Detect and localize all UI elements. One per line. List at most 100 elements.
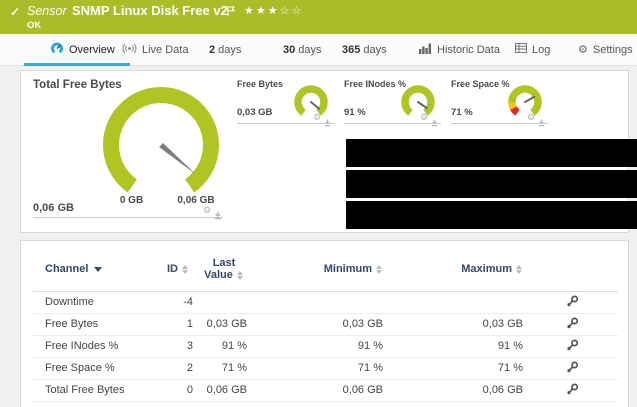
prtg-sensor-page: ✓ Sensor SNMP Linux Disk Free v2 ★★★☆☆ O… (0, 0, 637, 407)
tab-historic-data[interactable]: Historic Data (419, 34, 500, 65)
mini-gauge-value: 0,03 GB (237, 107, 273, 118)
cell-minimum (307, 291, 383, 313)
gear-icon[interactable]: ⚙ (203, 206, 211, 215)
tab-2-days[interactable]: 2 days (209, 34, 241, 65)
gauge-icon (50, 42, 64, 58)
tab-settings-label: Settings (592, 43, 633, 56)
tab-30-days[interactable]: 30 days (283, 34, 322, 65)
pin-icon[interactable] (214, 207, 222, 225)
sort-desc-icon (94, 266, 103, 272)
wrench-icon[interactable] (566, 383, 579, 401)
cell-channel: Free INodes % (45, 340, 119, 352)
gear-icon[interactable]: ⚙ (420, 113, 428, 122)
column-header-last-value-label: Last Value (204, 257, 236, 281)
cell-maximum: 71 % (497, 362, 523, 374)
cell-minimum: 0,03 GB (342, 318, 383, 330)
mini-gauge-value: 91 % (344, 107, 366, 118)
cell-channel: Free Space % (45, 362, 115, 374)
sensor-title: SNMP Linux Disk Free v2 (72, 3, 228, 18)
wrench-icon[interactable] (566, 295, 579, 313)
sensor-type-label: Sensor (27, 4, 67, 18)
main-gauge-scale-max: 0,06 GB (177, 195, 215, 206)
live-data-icon (122, 43, 137, 57)
tab-365-days-number: 365 (342, 43, 361, 56)
column-header-id[interactable]: ID (117, 263, 189, 275)
redacted-graph-block (346, 201, 637, 229)
redacted-graph-block (346, 170, 637, 198)
mini-gauge-free-bytes: Free Bytes 0,03 GB ⚙ (237, 77, 334, 127)
table-row: Free Bytes 1 0,03 GB 0,03 GB 0,03 GB (33, 313, 618, 336)
sort-icon (516, 264, 523, 274)
table-row: Free INodes % 3 91 % 91 % 91 % (33, 335, 618, 358)
cell-channel: Free Bytes (45, 318, 99, 330)
tab-log-label: Log (532, 43, 551, 56)
tab-overview-label: Overview (69, 43, 115, 56)
tab-historic-data-label: Historic Data (437, 43, 500, 56)
mini-gauge-value: 71 % (451, 107, 473, 118)
tab-live-data-label: Live Data (142, 43, 189, 56)
cell-maximum: 0,03 GB (482, 318, 523, 330)
mini-gauge-title: Free INodes % (344, 79, 407, 89)
tab-30-days-number: 30 (283, 43, 296, 56)
cell-last-value: 0,06 GB (206, 384, 247, 396)
mini-gauge-title: Free Bytes (237, 79, 284, 89)
main-gauge-scale-min: 0 GB (119, 195, 144, 206)
sort-icon (182, 264, 189, 274)
cell-last-value: 71 % (221, 362, 247, 374)
cell-minimum: 91 % (357, 340, 383, 352)
cell-channel: Total Free Bytes (45, 384, 125, 396)
cell-maximum (447, 291, 523, 313)
gear-icon[interactable]: ⚙ (313, 113, 321, 122)
redacted-graph-block (346, 139, 637, 167)
mini-gauge-title: Free Space % (451, 79, 510, 89)
wrench-icon[interactable] (566, 317, 579, 335)
cell-maximum: 91 % (497, 340, 523, 352)
tab-30-days-label: days (298, 43, 322, 56)
status-badge: OK (27, 20, 42, 31)
column-header-maximum-label: Maximum (461, 263, 512, 275)
column-header-channel[interactable]: Channel (45, 263, 103, 275)
divider (237, 123, 334, 124)
divider (451, 123, 548, 124)
tab-2-days-label: days (218, 43, 242, 56)
table-row: Downtime -4 (33, 291, 618, 314)
table-row: Free Space % 2 71 % 71 % 71 % (33, 357, 618, 380)
bar-chart-icon (419, 43, 432, 57)
sort-icon (376, 264, 383, 274)
gear-icon: ⚙ (578, 44, 588, 56)
column-header-maximum[interactable]: Maximum (431, 263, 523, 275)
cell-last-value (171, 291, 247, 313)
main-gauge-value: 0,06 GB (33, 202, 74, 214)
cell-maximum: 0,06 GB (482, 384, 523, 396)
priority-stars[interactable]: ★★★☆☆ (244, 4, 303, 17)
main-gauge (103, 87, 219, 193)
cell-minimum: 71 % (357, 362, 383, 374)
priority-flag-icon (227, 4, 236, 22)
column-header-last-value[interactable]: Last Value (197, 257, 251, 281)
tab-settings[interactable]: ⚙ Settings (578, 34, 633, 65)
channel-table-panel: Channel ID Last Value Minimum Maximum Do… (20, 240, 629, 407)
tab-365-days-label: days (363, 43, 387, 56)
tab-log[interactable]: Log (515, 34, 550, 65)
column-header-minimum[interactable]: Minimum (291, 263, 383, 275)
divider (33, 217, 223, 218)
check-icon: ✓ (10, 5, 21, 19)
wrench-icon[interactable] (566, 361, 579, 379)
cell-minimum: 0,06 GB (342, 384, 383, 396)
active-tab-underline (24, 63, 130, 66)
gear-icon[interactable]: ⚙ (527, 113, 535, 122)
divider (344, 123, 441, 124)
cell-last-value: 0,03 GB (206, 318, 247, 330)
cell-channel: Downtime (45, 296, 94, 308)
table-row: Total Free Bytes 0 0,06 GB 0,06 GB 0,06 … (33, 379, 618, 402)
sensor-status-bar: ✓ Sensor SNMP Linux Disk Free v2 ★★★☆☆ O… (0, 0, 637, 34)
tab-365-days[interactable]: 365 days (342, 34, 387, 65)
column-header-minimum-label: Minimum (323, 263, 372, 275)
mini-gauge-free-space: Free Space % 71 % ⚙ (451, 77, 548, 127)
column-header-channel-label: Channel (45, 263, 89, 275)
column-header-id-label: ID (167, 263, 178, 275)
cell-last-value: 91 % (221, 340, 247, 352)
tab-live-data[interactable]: Live Data (122, 34, 188, 65)
wrench-icon[interactable] (566, 339, 579, 357)
tab-overview[interactable]: Overview (50, 34, 115, 65)
